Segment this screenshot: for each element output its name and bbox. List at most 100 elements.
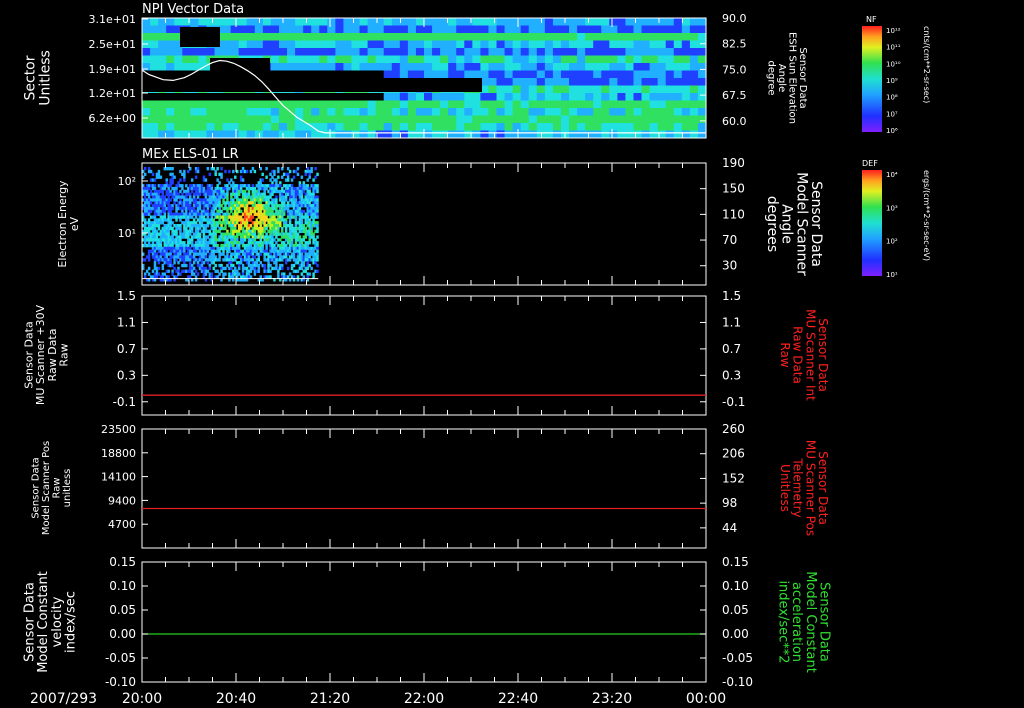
- npi-cell: [577, 70, 586, 79]
- els-cell: [269, 178, 272, 182]
- npi-cell: [585, 33, 594, 41]
- npi-cell: [649, 63, 659, 71]
- y-tick-label-left: 10¹: [118, 227, 136, 240]
- els-cell: [189, 258, 192, 262]
- npi-cell: [440, 33, 449, 41]
- els-cell: [316, 201, 319, 205]
- els-cell: [263, 192, 266, 196]
- npi-cell: [222, 93, 232, 101]
- npi-cell: [246, 108, 256, 116]
- npi-cell: [649, 115, 659, 124]
- npi-cell: [496, 85, 506, 94]
- els-cell: [163, 195, 166, 199]
- npi-cell: [472, 55, 481, 64]
- els-cell: [296, 167, 300, 171]
- npi-cell: [488, 100, 498, 109]
- npi-colorbar-tick: 10¹²: [886, 27, 901, 35]
- npi-cell: [673, 100, 683, 109]
- npi-cell: [415, 18, 425, 26]
- els-cell: [147, 252, 151, 256]
- els-cell: [190, 178, 194, 182]
- npi-cell: [488, 115, 498, 124]
- els-cell: [212, 192, 215, 196]
- npi-cell: [456, 18, 465, 26]
- els-cell: [249, 169, 253, 174]
- npi-cell: [343, 25, 353, 34]
- npi-cell: [287, 18, 296, 26]
- npi-cell: [319, 63, 328, 71]
- els-cell: [316, 235, 319, 239]
- npi-cell: [673, 93, 683, 101]
- npi-cell: [150, 100, 159, 109]
- els-cell: [202, 186, 206, 191]
- npi-cell: [166, 123, 175, 131]
- npi-cell: [560, 123, 570, 131]
- npi-cell: [448, 115, 457, 124]
- npi-cell: [351, 40, 361, 49]
- els-cell: [292, 263, 296, 268]
- npi-cell: [585, 18, 594, 26]
- npi-cell: [415, 63, 425, 71]
- els-cell: [224, 266, 227, 271]
- npi-cell: [593, 63, 602, 71]
- npi-cell: [375, 63, 385, 71]
- els-cell: [300, 272, 304, 276]
- npi-cell: [496, 40, 506, 49]
- y-tick-label-left: 0.10: [109, 579, 136, 593]
- axis-label-line: Model Scanner: [793, 172, 809, 276]
- npi-cell: [504, 48, 514, 56]
- npi-cell: [456, 93, 465, 101]
- npi-cell: [625, 55, 635, 64]
- npi-cell: [697, 85, 707, 94]
- npi-cell: [424, 48, 433, 56]
- els-cell: [290, 178, 294, 182]
- npi-cell: [246, 25, 256, 34]
- els-cell: [275, 195, 278, 199]
- npi-cell: [343, 108, 353, 116]
- y-tick-label-right: 0.3: [722, 368, 741, 382]
- npi-cell: [343, 70, 353, 79]
- npi-cell: [198, 130, 208, 139]
- npi-cell: [552, 115, 562, 124]
- els-cell: [263, 189, 266, 194]
- npi-cell: [440, 63, 449, 71]
- els-cell: [261, 172, 264, 177]
- els-cell: [302, 263, 306, 268]
- npi-cell: [295, 33, 304, 41]
- npi-cell: [198, 108, 208, 116]
- els-cell: [314, 175, 317, 179]
- axis-label-line: index/sec: [63, 591, 78, 653]
- npi-cell: [488, 18, 498, 26]
- npi-cell: [520, 70, 530, 79]
- els-cell: [279, 221, 282, 225]
- npi-cell: [609, 40, 618, 49]
- npi-cell: [303, 130, 312, 139]
- els-cell: [277, 169, 280, 174]
- npi-cell: [593, 123, 602, 131]
- els-cell: [267, 198, 270, 202]
- els-cell: [279, 238, 282, 242]
- npi-cell: [512, 78, 522, 86]
- npi-cell: [391, 130, 401, 139]
- els-cell: [173, 261, 176, 265]
- npi-cell: [641, 18, 651, 26]
- npi-cell: [569, 115, 578, 124]
- npi-cell: [287, 70, 296, 79]
- els-cell: [200, 258, 204, 262]
- npi-cell: [577, 85, 586, 94]
- npi-cell: [488, 25, 498, 34]
- npi-cell: [472, 115, 481, 124]
- npi-cell: [206, 100, 216, 109]
- npi-cell: [496, 130, 506, 139]
- els-cell: [204, 238, 208, 242]
- npi-cell: [424, 100, 433, 109]
- els-cell: [167, 232, 170, 236]
- npi-cell: [440, 108, 449, 116]
- npi-cell: [206, 18, 216, 26]
- npi-cell: [415, 40, 425, 49]
- els-cell: [226, 195, 229, 199]
- npi-cell: [399, 100, 409, 109]
- npi-cell: [504, 18, 514, 26]
- npi-cell: [617, 123, 627, 131]
- npi-cell: [512, 48, 522, 56]
